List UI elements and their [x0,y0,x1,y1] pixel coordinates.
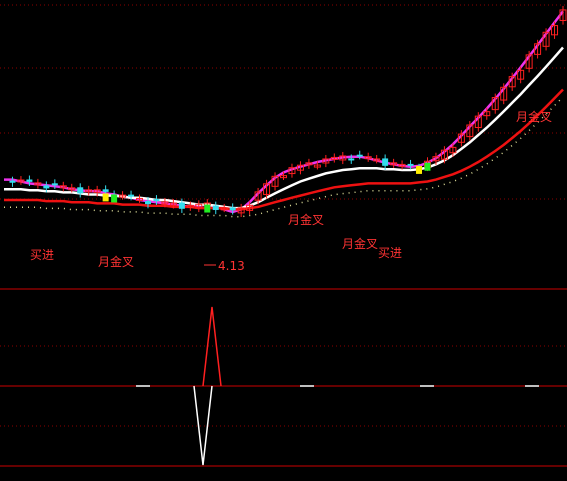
stock-chart-window[interactable]: 买进 月金叉 4.13 月金叉 月金叉 买进 月金叉 [0,0,567,477]
golden-cross-label: 月金叉 [288,212,324,227]
buy-signal-label: 买进 [30,248,54,262]
golden-cross-label: 月金叉 [98,254,134,269]
signal-bar [111,194,118,203]
candle-body [212,205,219,211]
candle-body [356,154,363,157]
candle-body [128,194,135,197]
candle-body [26,179,33,182]
candle-body [102,189,109,192]
candle-body [229,207,236,211]
low-price-label: 4.13 [218,259,245,273]
signal-bar [416,165,423,174]
candle-body [9,180,16,183]
buy-signal-label: 买进 [378,246,402,260]
candle-body [407,163,414,166]
golden-cross-label: 月金叉 [516,109,552,124]
golden-cross-label: 月金叉 [342,236,378,251]
candle-body [153,199,160,202]
signal-bar [204,204,211,213]
candle-body [77,187,84,194]
candle-body [144,200,151,205]
signal-bar [424,162,431,171]
candle-body [348,158,355,161]
signal-bar [102,193,109,202]
candle-body [43,185,50,189]
kline-chart[interactable]: 买进 月金叉 4.13月金叉月金叉买进月金叉 [0,0,567,477]
candle-body [178,202,185,209]
candle-body [382,158,389,166]
candle-body [51,183,58,186]
